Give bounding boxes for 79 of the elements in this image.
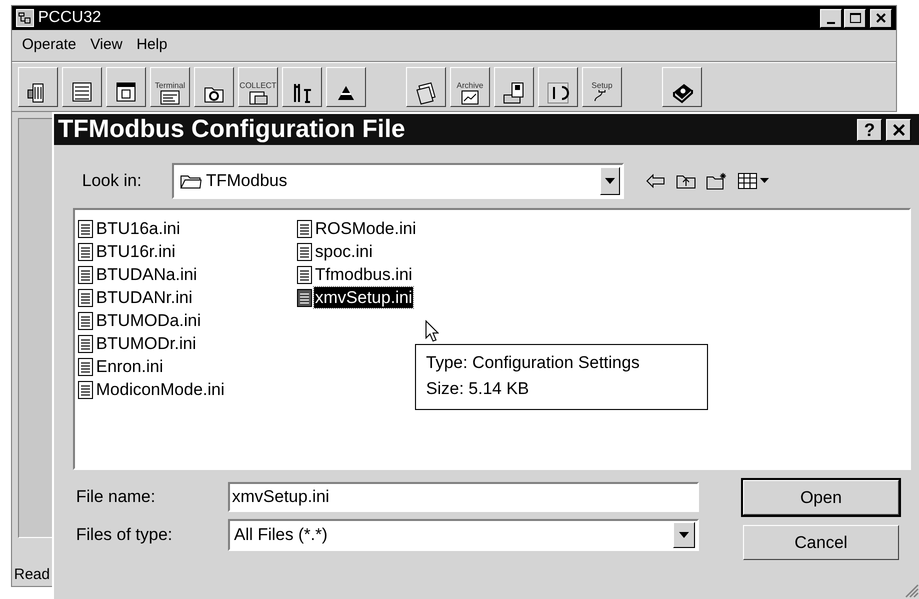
toolbar-button[interactable] <box>194 67 234 107</box>
document-icon <box>78 358 93 376</box>
caret-icon <box>679 532 689 538</box>
look-in-dropdown[interactable]: TFModbus <box>172 163 624 199</box>
toolbar-button[interactable] <box>662 67 702 107</box>
document-icon <box>78 288 93 306</box>
dropdown-arrow-button[interactable] <box>600 167 620 195</box>
window-title: PCCU32 <box>38 8 102 28</box>
document-icon <box>297 242 312 260</box>
file-name-field[interactable]: xmvSetup.ini <box>228 482 699 512</box>
toolbar-icon <box>459 90 481 105</box>
file-item[interactable]: BTUMODr.ini <box>78 332 297 355</box>
document-icon <box>78 380 93 398</box>
toolbar-button[interactable] <box>62 67 102 107</box>
document-icon <box>78 312 93 330</box>
document-icon <box>297 288 312 306</box>
menu-item[interactable]: Help <box>136 34 168 57</box>
toolbar-button[interactable]: Archive <box>450 67 490 107</box>
document-icon <box>78 334 93 352</box>
document-icon <box>297 220 312 238</box>
resize-grip-icon <box>905 584 919 598</box>
view-menu-icon[interactable] <box>738 173 770 189</box>
files-of-type-dropdown[interactable]: All Files (*.*) <box>228 519 699 551</box>
file-name-label: File name: <box>76 486 156 508</box>
file-item[interactable]: Enron.ini <box>78 355 297 378</box>
mouse-pointer-icon <box>425 320 439 342</box>
up-folder-icon[interactable] <box>676 173 696 189</box>
toolbar-button[interactable]: Terminal <box>150 67 190 107</box>
file-item[interactable]: ModiconMode.ini <box>78 378 297 401</box>
close-icon <box>876 13 886 23</box>
file-item[interactable]: xmvSetup.ini <box>297 286 909 309</box>
toolbar-button[interactable] <box>494 67 534 107</box>
files-of-type-label: Files of type: <box>76 524 174 546</box>
file-item[interactable]: BTUDANr.ini <box>78 286 297 309</box>
menu-item[interactable]: View <box>90 34 122 57</box>
close-button[interactable] <box>870 8 892 28</box>
toolbar-icon <box>247 90 269 105</box>
file-item[interactable]: BTUMODa.ini <box>78 309 297 332</box>
maximize-icon <box>850 13 860 23</box>
dialog-button[interactable]: Cancel <box>743 525 899 560</box>
dropdown-arrow-button[interactable] <box>673 522 695 548</box>
maximize-button[interactable] <box>844 8 866 28</box>
dialog-button[interactable]: Open <box>743 480 899 515</box>
file-item[interactable]: Tfmodbus.ini <box>297 263 909 286</box>
back-arrow-icon[interactable] <box>646 174 666 188</box>
toolbar-button[interactable] <box>106 67 146 107</box>
dialog-title: TFModbus Configuration File <box>58 117 406 142</box>
toolbar-button[interactable] <box>326 67 366 107</box>
minimize-button[interactable] <box>820 8 842 28</box>
help-button[interactable]: ? <box>857 118 882 140</box>
toolbar-icon <box>159 90 181 105</box>
document-icon <box>78 266 93 284</box>
file-item[interactable]: BTU16a.ini <box>78 217 297 240</box>
new-folder-icon[interactable] <box>706 172 728 190</box>
tooltip-text: Size: 5.14 KB <box>426 378 530 400</box>
document-icon <box>297 266 312 284</box>
toolbar-button[interactable] <box>406 67 446 107</box>
file-item[interactable]: BTUDANa.ini <box>78 263 297 286</box>
file-item[interactable]: ROSMode.ini <box>297 217 909 240</box>
app-icon <box>16 9 34 27</box>
caret-icon <box>605 178 615 184</box>
file-item[interactable]: spoc.ini <box>297 240 909 263</box>
folder-name: TFModbus <box>206 170 288 192</box>
toolbar-button[interactable] <box>538 67 578 107</box>
look-in-label: Look in: <box>82 170 143 192</box>
close-button[interactable] <box>886 118 911 140</box>
toolbar-button[interactable] <box>18 67 58 107</box>
status-text: Read <box>14 564 50 585</box>
toolbar-button[interactable]: COLLECT <box>238 67 278 107</box>
menu-item[interactable]: Operate <box>22 34 76 57</box>
close-icon <box>892 124 904 136</box>
tooltip-text: Type: Configuration Settings <box>426 352 641 374</box>
file-item[interactable]: BTU16r.ini <box>78 240 297 263</box>
minimize-icon <box>827 22 835 24</box>
folder-icon <box>180 173 202 189</box>
document-icon <box>78 220 93 238</box>
toolbar-button[interactable] <box>282 67 322 107</box>
toolbar-button[interactable]: Setup <box>582 67 622 107</box>
document-icon <box>78 242 93 260</box>
